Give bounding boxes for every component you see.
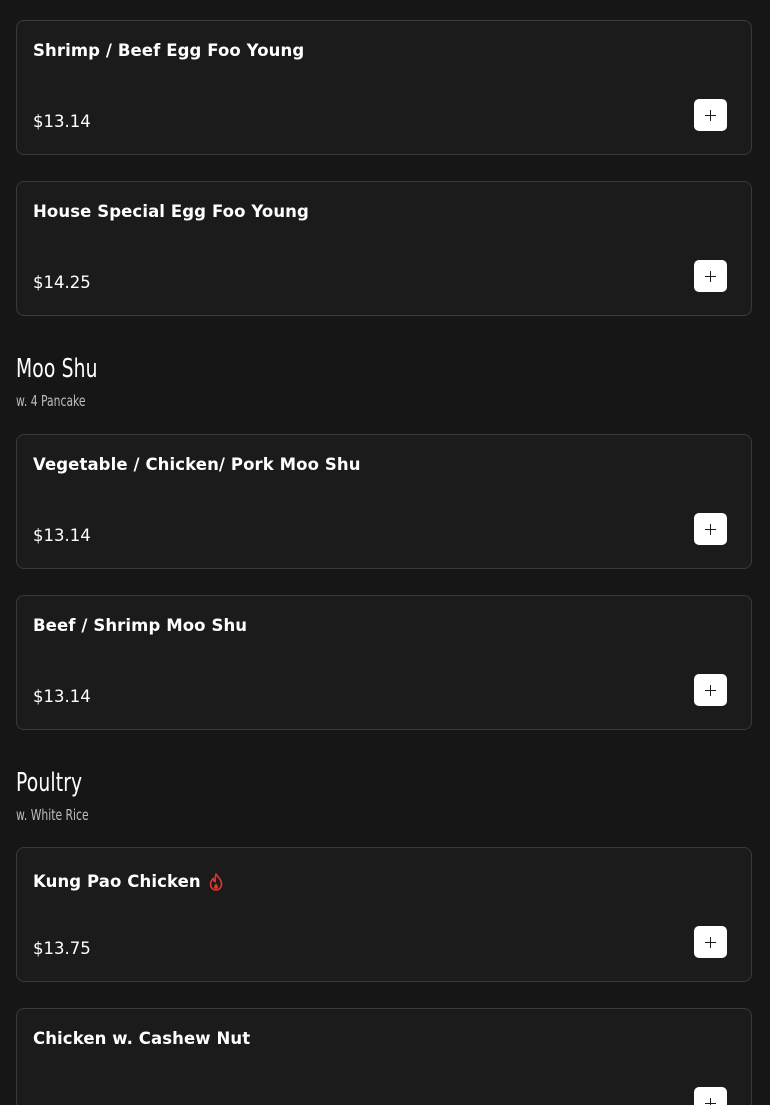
- section-title: Moo Shu: [16, 354, 98, 384]
- plus-icon: [705, 936, 716, 948]
- menu-item-price: $14.25: [33, 273, 91, 292]
- add-item-button[interactable]: [694, 260, 727, 292]
- menu-item-price: $13.14: [33, 112, 91, 131]
- plus-icon: [705, 684, 716, 696]
- menu-item-name: Chicken w. Cashew Nut: [33, 1029, 251, 1048]
- spicy-flame-icon: [209, 872, 223, 891]
- menu-item-card[interactable]: Shrimp / Beef Egg Foo Young $13.14: [16, 20, 752, 155]
- add-item-button[interactable]: [694, 513, 727, 545]
- menu-item-name: House Special Egg Foo Young: [33, 202, 309, 221]
- menu-item-name: Kung Pao Chicken: [33, 872, 201, 891]
- menu-item-card[interactable]: Chicken w. Cashew Nut: [16, 1008, 752, 1105]
- plus-icon: [705, 523, 716, 535]
- menu-item-card[interactable]: House Special Egg Foo Young $14.25: [16, 181, 752, 316]
- section-subtitle: w. White Rice: [16, 806, 89, 824]
- menu-item-name-row: Kung Pao Chicken: [33, 872, 223, 891]
- menu-item-name: Vegetable / Chicken/ Pork Moo Shu: [33, 455, 361, 474]
- add-item-button[interactable]: [694, 99, 727, 131]
- menu-item-card[interactable]: Kung Pao Chicken $13.75: [16, 847, 752, 982]
- menu-item-price: $13.14: [33, 526, 91, 545]
- menu-item-price: $13.75: [33, 939, 91, 958]
- menu-page: Shrimp / Beef Egg Foo Young $13.14 House…: [0, 0, 770, 1105]
- menu-item-price: $13.14: [33, 687, 91, 706]
- plus-icon: [705, 1097, 716, 1105]
- add-item-button[interactable]: [694, 926, 727, 958]
- menu-item-name: Shrimp / Beef Egg Foo Young: [33, 41, 305, 60]
- menu-item-card[interactable]: Beef / Shrimp Moo Shu $13.14: [16, 595, 752, 730]
- add-item-button[interactable]: [694, 674, 727, 706]
- section-subtitle: w. 4 Pancake: [16, 392, 86, 410]
- add-item-button[interactable]: [694, 1087, 727, 1105]
- menu-item-card[interactable]: Vegetable / Chicken/ Pork Moo Shu $13.14: [16, 434, 752, 569]
- menu-item-name: Beef / Shrimp Moo Shu: [33, 616, 248, 635]
- section-title: Poultry: [16, 768, 83, 798]
- plus-icon: [705, 109, 716, 121]
- plus-icon: [705, 270, 716, 282]
